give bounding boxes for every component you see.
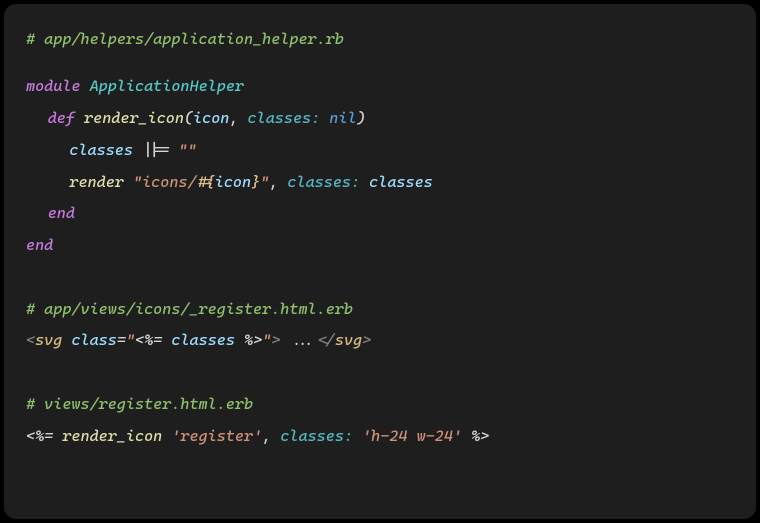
operator: ||= — [133, 141, 178, 159]
keyword-module: module — [26, 77, 81, 95]
blank-line — [26, 357, 734, 389]
tag-name: svg — [35, 331, 62, 349]
interp-open: #{ — [197, 173, 215, 191]
string-literal: "" — [178, 141, 196, 159]
punct: , — [262, 427, 280, 445]
nil-literal: nil — [329, 109, 356, 127]
erb-expr: classes — [162, 331, 244, 349]
space — [353, 427, 362, 445]
variable: classes — [369, 173, 433, 191]
space — [75, 109, 84, 127]
method-call: render — [69, 173, 124, 191]
punct: , — [269, 173, 287, 191]
kwarg: classes: — [248, 109, 321, 127]
blank-line — [26, 262, 734, 294]
angle-bracket: > — [362, 331, 371, 349]
method-call: render_icon — [53, 427, 171, 445]
code-line: module ApplicationHelper — [26, 71, 734, 103]
string-quote: " — [126, 331, 135, 349]
comment: # app/views/icons/_register.html.erb — [26, 300, 353, 318]
code-line: end — [26, 230, 734, 262]
class-name: ApplicationHelper — [90, 77, 244, 95]
text: ... — [280, 331, 316, 349]
variable: classes — [69, 141, 133, 159]
space — [81, 77, 90, 95]
comment: # app/helpers/application_helper.rb — [26, 30, 344, 48]
code-line: <%= render_icon 'register', classes: 'h-… — [26, 421, 734, 453]
blank-line — [26, 56, 734, 72]
attr-name: class — [71, 331, 116, 349]
string-literal: 'h-24 w-24' — [362, 427, 462, 445]
code-line: def render_icon(icon, classes: nil) — [26, 103, 734, 135]
punct: , — [229, 109, 247, 127]
angle-bracket: < — [26, 331, 35, 349]
punct: ) — [357, 109, 366, 127]
param: icon — [193, 109, 229, 127]
string-literal: 'register' — [171, 427, 262, 445]
code-block: # app/helpers/application_helper.rb modu… — [4, 4, 756, 519]
code-line: <svg class="<%= classes %>"> ...</svg> — [26, 325, 734, 357]
code-line: # views/register.html.erb — [26, 389, 734, 421]
interp-close: } — [251, 173, 260, 191]
punct: ( — [184, 109, 193, 127]
angle-bracket: </ — [317, 331, 335, 349]
comment: # views/register.html.erb — [26, 395, 253, 413]
code-line: end — [26, 198, 734, 230]
code-line: classes ||= "" — [26, 135, 734, 167]
string-quote: " — [262, 331, 271, 349]
erb-open: <%= — [26, 427, 53, 445]
interp-var: icon — [215, 173, 251, 191]
code-line: # app/helpers/application_helper.rb — [26, 24, 734, 56]
string-quote: " — [260, 173, 269, 191]
kwarg: classes: — [287, 173, 360, 191]
keyword-end: end — [48, 204, 75, 222]
keyword-end: end — [26, 236, 53, 254]
string-literal: "icons/ — [133, 173, 197, 191]
space — [320, 109, 329, 127]
method-name: render_icon — [84, 109, 184, 127]
punct: = — [117, 331, 126, 349]
space — [124, 173, 133, 191]
code-line: render "icons/#{icon}", classes: classes — [26, 167, 734, 199]
code-line: # app/views/icons/_register.html.erb — [26, 294, 734, 326]
erb-open: <%= — [135, 331, 162, 349]
erb-close: %> — [462, 427, 489, 445]
keyword-def: def — [48, 109, 75, 127]
kwarg: classes: — [280, 427, 353, 445]
tag-name: svg — [335, 331, 362, 349]
space — [360, 173, 369, 191]
erb-close: %> — [244, 331, 262, 349]
